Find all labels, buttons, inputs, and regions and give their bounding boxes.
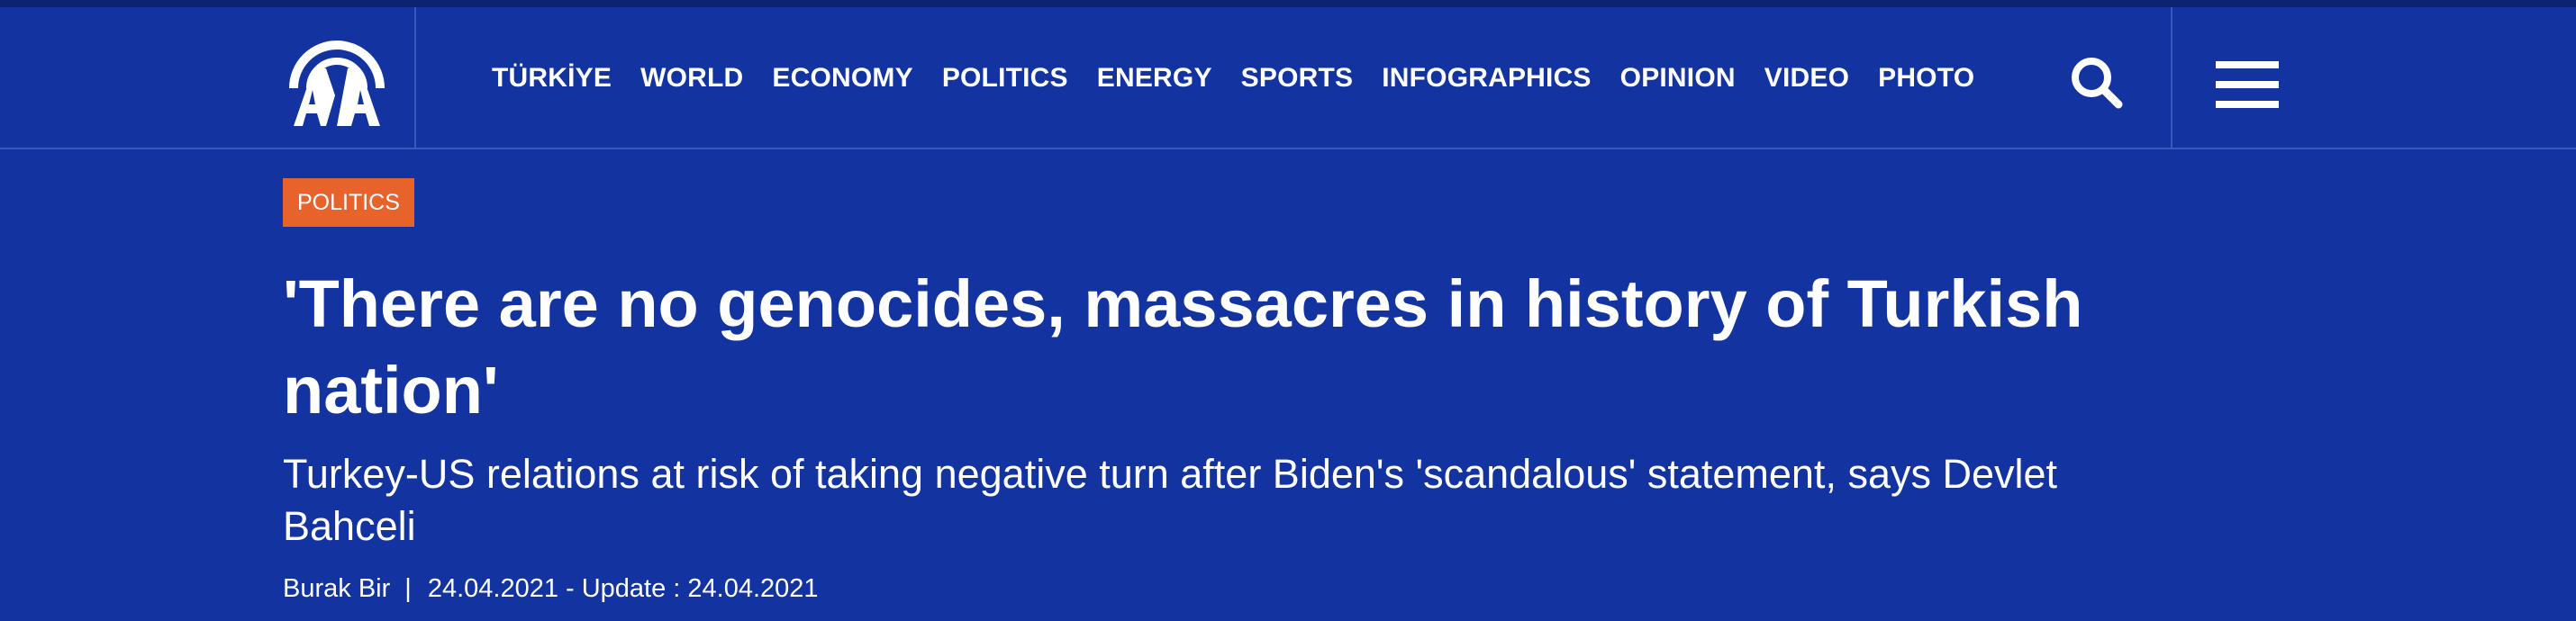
menu-button[interactable] [2216,59,2279,110]
author-name[interactable]: Burak Bir [283,574,390,603]
nav-item-video[interactable]: VIDEO [1764,63,1849,94]
aa-logo-icon[interactable] [283,25,391,133]
nav-item-photo[interactable]: PHOTO [1878,63,1974,94]
nav-item-sports[interactable]: SPORTS [1241,63,1354,94]
search-icon [2072,58,2123,109]
nav-item-economy[interactable]: ECONOMY [772,63,912,94]
article-subtitle: Turkey-US relations at risk of taking ne… [283,451,2058,549]
nav-item-turkiye[interactable]: TÜRKİYE [492,63,612,94]
logo-divider [414,7,416,149]
nav-item-opinion[interactable]: OPINION [1620,63,1736,94]
top-strip [0,0,2576,7]
nav-item-energy[interactable]: ENERGY [1097,63,1212,94]
search-button[interactable] [2068,54,2126,112]
article-meta: Burak Bir | 24.04.2021 - Update : 24.04.20… [283,571,819,607]
publish-dates: 24.04.2021 - Update : 24.04.2021 [427,574,819,603]
main-nav: TÜRKİYE WORLD ECONOMY POLITICS ENERGY SP… [492,7,2003,149]
meta-separator: | [404,574,412,603]
menu-divider [2171,7,2172,149]
site-header: TÜRKİYE WORLD ECONOMY POLITICS ENERGY SP… [0,7,2576,149]
nav-item-politics[interactable]: POLITICS [942,63,1068,94]
category-badge[interactable]: POLITICS [283,178,414,227]
nav-item-infographics[interactable]: INFOGRAPHICS [1382,63,1591,94]
article-headline: 'There are no genocides, massacres in hi… [283,266,2083,428]
nav-item-world[interactable]: WORLD [640,63,743,94]
hamburger-menu-icon [2216,61,2279,108]
